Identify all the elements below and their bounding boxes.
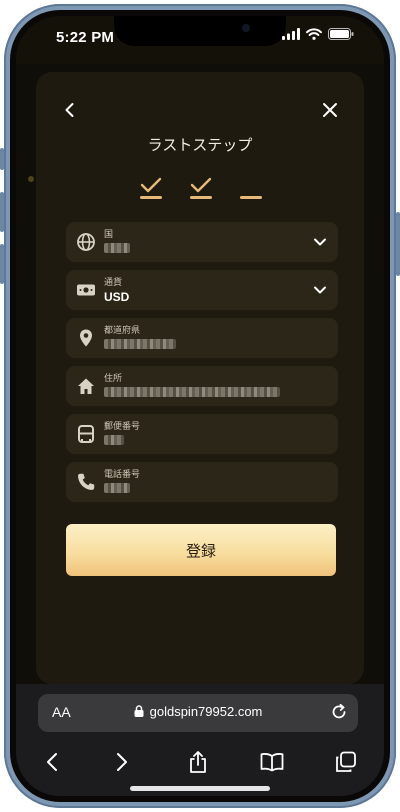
tabs-button[interactable] (332, 748, 360, 776)
home-indicator (130, 786, 270, 791)
status-bar: 5:22 PM (16, 16, 384, 64)
address-input[interactable]: 住所 (66, 366, 338, 406)
status-time: 5:22 PM (56, 29, 115, 46)
prefecture-input[interactable]: 都道府県 (66, 318, 338, 358)
currency-value: USD (104, 290, 130, 304)
silent-switch (0, 148, 4, 170)
address-redacted (104, 387, 280, 397)
country-select[interactable]: 国 (66, 222, 338, 262)
step-indicator (139, 176, 269, 200)
country-label: 国 (104, 230, 114, 240)
postal-code-label: 郵便番号 (104, 422, 141, 432)
wifi-icon (306, 28, 322, 40)
postal-code-input[interactable]: 郵便番号 (66, 414, 338, 454)
battery-icon (328, 28, 354, 40)
close-icon (323, 103, 337, 117)
share-icon (190, 751, 206, 773)
book-icon (260, 753, 284, 772)
back-button[interactable] (56, 96, 84, 124)
browser-back-button[interactable] (38, 748, 66, 776)
camera-icon (242, 24, 250, 32)
registration-modal: ラストステップ 国 通貨 USD 都道府県 住所 郵便番号 電話番号 登録 (36, 72, 364, 684)
power-button (396, 212, 400, 276)
prefecture-label: 都道府県 (104, 326, 141, 336)
phone-redacted (104, 483, 130, 493)
bookmarks-button[interactable] (258, 748, 286, 776)
address-bar[interactable]: AA goldspin79952.com (38, 694, 358, 732)
chevron-down-icon (314, 238, 326, 246)
location-pin-icon (80, 329, 92, 347)
signal-icon (282, 28, 300, 40)
chevron-down-icon (314, 286, 326, 294)
chevron-left-icon (65, 103, 74, 117)
globe-icon (77, 233, 95, 251)
phone-input[interactable]: 電話番号 (66, 462, 338, 502)
country-redacted (104, 243, 130, 253)
modal-title: ラストステップ (147, 136, 253, 154)
close-button[interactable] (316, 96, 344, 124)
phone-label: 電話番号 (104, 470, 141, 480)
volume-down-button (0, 244, 4, 284)
status-icons (282, 28, 354, 40)
volume-up-button (0, 192, 4, 232)
url-text: goldspin79952.com (149, 704, 263, 719)
screen: 5:22 PM ラストステップ 国 通貨 USD 都道府県 住所 郵便番号 電話… (16, 16, 384, 796)
form-fields: 国 通貨 USD 都道府県 住所 郵便番号 電話番号 (66, 222, 338, 510)
browser-forward-button[interactable] (108, 748, 136, 776)
register-button[interactable]: 登録 (66, 524, 336, 576)
lock-icon (134, 705, 144, 717)
chevron-right-icon (117, 753, 127, 771)
background-light (28, 176, 34, 182)
address-label: 住所 (104, 374, 123, 384)
currency-select[interactable]: 通貨 USD (66, 270, 338, 310)
postal-code-redacted (104, 435, 124, 445)
notch (114, 16, 286, 46)
tabs-icon (336, 751, 356, 772)
step-2-complete-icon (190, 177, 212, 199)
chevron-left-icon (47, 753, 57, 771)
phone-icon (78, 473, 95, 490)
step-3-current-icon (240, 196, 262, 199)
share-button[interactable] (184, 748, 212, 776)
cash-icon (77, 284, 95, 296)
reload-icon[interactable] (330, 703, 348, 721)
mailbox-icon (78, 425, 94, 443)
prefecture-redacted (104, 339, 176, 349)
browser-toolbar (16, 744, 384, 780)
url-display: goldspin79952.com (38, 704, 358, 719)
home-icon (78, 378, 94, 394)
currency-label: 通貨 (104, 278, 123, 288)
step-1-complete-icon (140, 177, 162, 199)
browser-bar: AA goldspin79952.com (16, 684, 384, 796)
